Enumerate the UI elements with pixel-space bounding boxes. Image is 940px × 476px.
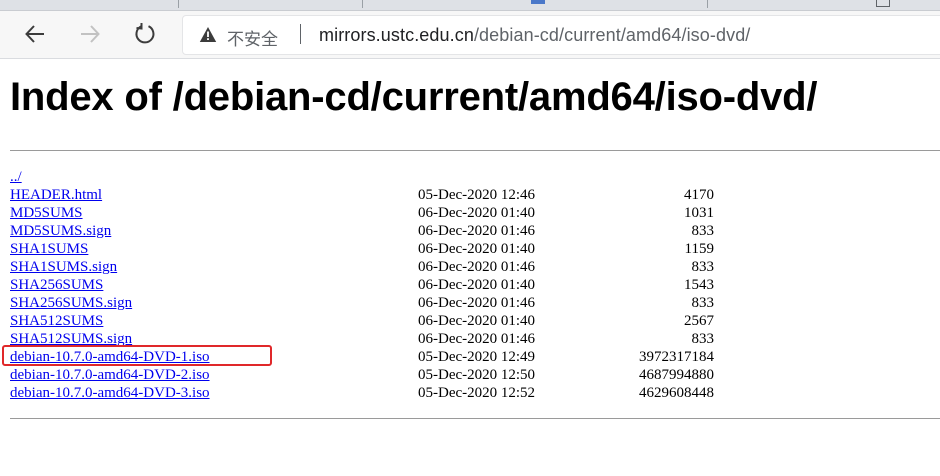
forward-button[interactable] [73, 17, 107, 51]
file-date: 06-Dec-2020 01:40 [418, 205, 536, 221]
file-row: SHA512SUMS 06-Dec-2020 01:40 2567 [10, 312, 940, 330]
address-divider [300, 24, 301, 44]
browser-toolbar: 不安全 mirrors.ustc.edu.cn/debian-cd/curren… [0, 11, 940, 59]
page-title: Index of /debian-cd/current/amd64/iso-dv… [10, 75, 818, 119]
back-button[interactable] [18, 17, 52, 51]
file-link[interactable]: SHA256SUMS [10, 276, 103, 294]
reload-button[interactable] [128, 17, 162, 51]
file-link[interactable]: MD5SUMS [10, 204, 83, 222]
file-size: 4170 [684, 187, 714, 203]
warning-triangle-icon[interactable] [199, 26, 217, 43]
tab-favicon[interactable] [531, 0, 545, 4]
file-link[interactable]: SHA512SUMS [10, 312, 103, 330]
file-link[interactable]: debian-10.7.0-amd64-DVD-2.iso [10, 366, 210, 384]
file-size: 4629608448 [639, 385, 714, 401]
file-link[interactable]: SHA256SUMS.sign [10, 294, 132, 312]
bottom-divider [10, 418, 940, 419]
tab-separator [178, 0, 179, 8]
file-link[interactable]: SHA1SUMS [10, 240, 88, 258]
file-row: HEADER.html 05-Dec-2020 12:46 4170 [10, 186, 940, 204]
file-date: 06-Dec-2020 01:40 [418, 313, 536, 329]
parent-directory-row: ../ [10, 168, 940, 186]
file-size: 1543 [684, 277, 714, 293]
file-size: 2567 [684, 313, 714, 329]
file-link-dvd-1[interactable]: debian-10.7.0-amd64-DVD-1.iso [10, 348, 210, 366]
address-bar[interactable]: 不安全 mirrors.ustc.edu.cn/debian-cd/curren… [182, 15, 940, 55]
file-date: 05-Dec-2020 12:46 [418, 187, 536, 203]
file-size: 3972317184 [639, 349, 714, 365]
tab-separator [362, 0, 363, 8]
file-row: debian-10.7.0-amd64-DVD-2.iso 05-Dec-202… [10, 366, 940, 384]
file-link[interactable]: HEADER.html [10, 186, 102, 204]
file-size: 1159 [684, 241, 714, 257]
file-row: MD5SUMS 06-Dec-2020 01:40 1031 [10, 204, 940, 222]
back-arrow-icon [25, 25, 44, 43]
file-date: 06-Dec-2020 01:46 [418, 331, 536, 347]
close-tab-icon[interactable] [876, 0, 890, 7]
file-date: 05-Dec-2020 12:50 [418, 367, 536, 383]
file-row: SHA256SUMS 06-Dec-2020 01:40 1543 [10, 276, 940, 294]
file-link[interactable]: debian-10.7.0-amd64-DVD-3.iso [10, 384, 210, 402]
file-size: 833 [691, 331, 715, 347]
url-path: /debian-cd/current/amd64/iso-dvd/ [473, 25, 751, 45]
file-date: 06-Dec-2020 01:40 [418, 241, 536, 257]
url-host: mirrors.ustc.edu.cn [319, 25, 474, 45]
file-row: SHA1SUMS 06-Dec-2020 01:40 1159 [10, 240, 940, 258]
tab-separator [707, 0, 708, 8]
file-size: 833 [691, 295, 715, 311]
file-listing: ../ HEADER.html 05-Dec-2020 12:46 4170 M… [2, 168, 940, 402]
file-date: 05-Dec-2020 12:52 [418, 385, 536, 401]
file-link[interactable]: SHA1SUMS.sign [10, 258, 117, 276]
tab-strip [0, 0, 940, 11]
top-divider [10, 150, 940, 151]
file-date: 05-Dec-2020 12:49 [418, 349, 536, 365]
file-link[interactable]: MD5SUMS.sign [10, 222, 111, 240]
file-date: 06-Dec-2020 01:46 [418, 259, 536, 275]
file-row: SHA256SUMS.sign 06-Dec-2020 01:46 833 [10, 294, 940, 312]
url-text[interactable]: mirrors.ustc.edu.cn/debian-cd/current/am… [319, 25, 750, 46]
file-size: 4687994880 [639, 367, 714, 383]
file-size: 833 [691, 223, 715, 239]
parent-directory-link[interactable]: ../ [10, 168, 22, 186]
file-size: 1031 [684, 205, 714, 221]
not-secure-label[interactable]: 不安全 [227, 25, 278, 50]
file-row: debian-10.7.0-amd64-DVD-3.iso 05-Dec-202… [10, 384, 940, 402]
reload-icon [135, 23, 155, 44]
file-row: MD5SUMS.sign 06-Dec-2020 01:46 833 [10, 222, 940, 240]
file-row-highlighted: debian-10.7.0-amd64-DVD-1.iso 05-Dec-202… [2, 345, 940, 366]
file-date: 06-Dec-2020 01:46 [418, 295, 536, 311]
forward-arrow-icon [81, 25, 100, 43]
file-row: SHA1SUMS.sign 06-Dec-2020 01:46 833 [10, 258, 940, 276]
file-date: 06-Dec-2020 01:46 [418, 223, 536, 239]
file-date: 06-Dec-2020 01:40 [418, 277, 536, 293]
file-size: 833 [691, 259, 715, 275]
